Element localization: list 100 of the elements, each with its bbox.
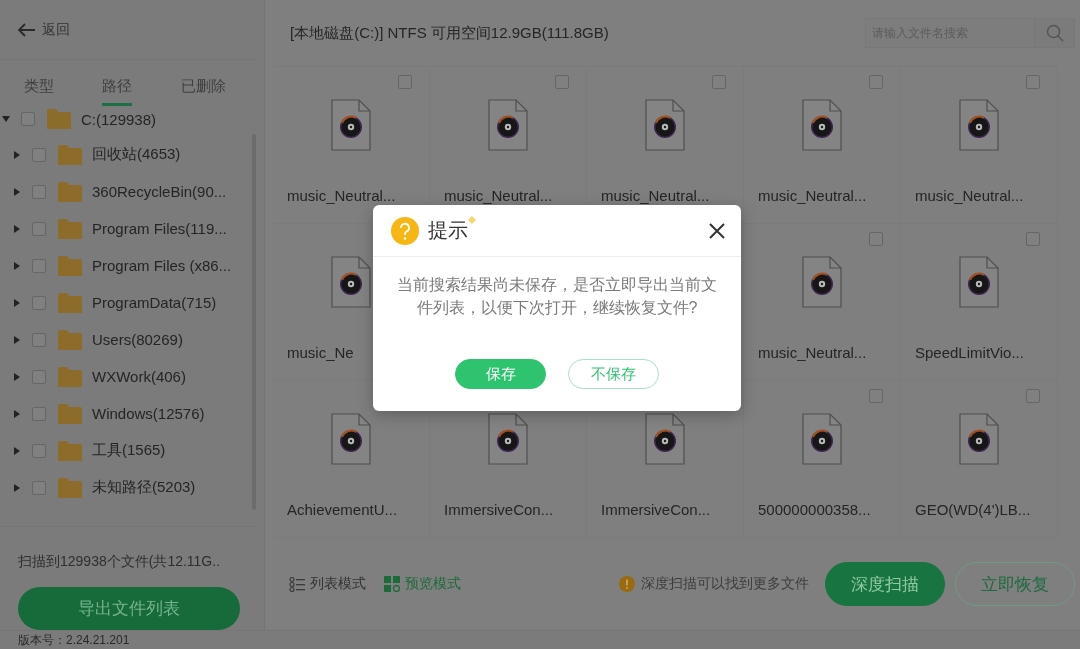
- folder-name[interactable]: Users(80269): [92, 331, 183, 348]
- music-file-icon: [331, 99, 371, 151]
- folder-name[interactable]: 回收站(4653): [92, 145, 181, 164]
- dialog-title: 提示: [428, 218, 468, 243]
- folder-name[interactable]: 未知路径(5203): [92, 478, 196, 497]
- checkbox[interactable]: [32, 443, 46, 458]
- folder-icon: [58, 292, 82, 313]
- file-name: 500000000358...: [758, 501, 871, 518]
- view-mode-toggle[interactable]: 列表模式: [287, 573, 368, 595]
- checkbox[interactable]: [32, 147, 46, 162]
- music-file-icon: [645, 99, 685, 151]
- checkbox[interactable]: [32, 184, 46, 199]
- file-name: music_Ne: [287, 344, 354, 361]
- caret-icon[interactable]: [13, 224, 21, 233]
- caret-icon[interactable]: [13, 483, 21, 492]
- checkbox[interactable]: [32, 258, 46, 273]
- list-icon: [289, 576, 305, 592]
- folder-name[interactable]: Program Files (x86...: [92, 257, 232, 274]
- folder-name[interactable]: 360RecycleBin(90...: [92, 183, 227, 200]
- checkbox[interactable]: [21, 112, 35, 126]
- folder-name[interactable]: Program Files(119...: [92, 220, 227, 237]
- folder-icon: [58, 144, 82, 165]
- checkbox[interactable]: [869, 232, 883, 246]
- caret-icon[interactable]: [13, 372, 21, 381]
- save-button[interactable]: 保存: [455, 359, 546, 389]
- caret-icon[interactable]: [13, 261, 21, 270]
- music-file-icon: [488, 413, 528, 465]
- folder-icon: [58, 477, 82, 498]
- checkbox[interactable]: [32, 369, 46, 384]
- music-file-icon: [645, 413, 685, 465]
- file-name: ImmersiveCon...: [444, 501, 554, 518]
- arrow-left-icon: [18, 22, 36, 37]
- folder-icon: [58, 329, 82, 350]
- file-name: music_Neutral...: [444, 187, 553, 204]
- file-name: music_Neutral...: [601, 187, 710, 204]
- music-file-icon: [802, 256, 842, 308]
- music-file-icon: [802, 413, 842, 465]
- checkbox[interactable]: [1026, 389, 1040, 403]
- folder-icon: [58, 181, 82, 202]
- folder-icon: [58, 440, 82, 461]
- version-label: 版本号：2.24.21.201: [18, 631, 130, 649]
- tab[interactable]: 已删除: [180, 60, 226, 106]
- folder-name[interactable]: 工具(1565): [92, 441, 166, 460]
- checkbox[interactable]: [32, 332, 46, 347]
- scan-summary: 扫描到129938个文件(共12.11G..: [18, 553, 222, 571]
- folder-icon: [47, 109, 71, 129]
- dialog-message: 当前搜索结果尚未保存，是否立即导出当前文件列表，以便下次打开，继续恢复文件?: [396, 275, 718, 318]
- music-file-icon: [959, 256, 999, 308]
- checkbox[interactable]: [32, 221, 46, 236]
- checkbox[interactable]: [32, 295, 46, 310]
- checkbox[interactable]: [712, 75, 726, 89]
- back-button[interactable]: 返回: [16, 18, 72, 41]
- file-name: AchievementU...: [287, 501, 398, 518]
- caret-icon[interactable]: [13, 150, 21, 159]
- checkbox[interactable]: [1026, 75, 1040, 89]
- file-name: music_Neutral...: [287, 187, 396, 204]
- caret-icon[interactable]: [13, 409, 21, 418]
- music-file-icon: [959, 99, 999, 151]
- deep-scan-hint: 深度扫描可以找到更多文件: [641, 575, 809, 593]
- export-list-button[interactable]: 导出文件列表: [18, 587, 240, 630]
- dont-save-button[interactable]: 不保存: [568, 359, 659, 389]
- alert-icon: [619, 576, 635, 592]
- caret-icon[interactable]: [13, 298, 21, 307]
- close-icon: [709, 222, 725, 239]
- search-icon: [1045, 24, 1064, 42]
- tab[interactable]: 类型: [24, 60, 55, 106]
- file-name: music_Neutral...: [758, 187, 867, 204]
- checkbox[interactable]: [32, 480, 46, 495]
- checkbox[interactable]: [869, 75, 883, 89]
- checkbox[interactable]: [869, 389, 883, 403]
- deep-scan-button[interactable]: 深度扫描: [825, 562, 945, 606]
- caret-icon[interactable]: [13, 187, 21, 196]
- folder-icon: [58, 218, 82, 239]
- checkbox[interactable]: [1026, 232, 1040, 246]
- folder-icon: [58, 255, 82, 276]
- question-icon: [391, 216, 419, 245]
- file-name: music_Neutral...: [915, 187, 1024, 204]
- music-file-icon: [488, 99, 528, 151]
- folder-name[interactable]: Windows(12576): [92, 405, 205, 422]
- checkbox[interactable]: [398, 75, 412, 89]
- music-file-icon: [959, 413, 999, 465]
- caret-icon[interactable]: [13, 335, 21, 344]
- caret-icon[interactable]: [13, 446, 21, 455]
- folder-icon: [58, 403, 82, 424]
- checkbox[interactable]: [32, 406, 46, 421]
- folder-name[interactable]: ProgramData(715): [92, 294, 217, 311]
- folder-icon: [58, 366, 82, 387]
- drive-info: [本地磁盘(C:)] NTFS 可用空间12.9GB(111.8GB): [290, 23, 609, 43]
- tab[interactable]: 路径: [102, 60, 133, 106]
- file-name: music_Neutral...: [758, 344, 867, 361]
- file-name: SpeedLimitVio...: [915, 344, 1024, 361]
- search-button[interactable]: [1035, 18, 1075, 48]
- file-name: GEO(WD(4')LB...: [915, 501, 1031, 518]
- folder-name[interactable]: C:(129938): [81, 110, 157, 128]
- music-file-icon: [802, 99, 842, 151]
- checkbox[interactable]: [555, 75, 569, 89]
- close-button[interactable]: [707, 220, 727, 241]
- folder-name[interactable]: WXWork(406): [92, 368, 186, 385]
- caret-icon[interactable]: [2, 115, 10, 123]
- music-file-icon: [331, 256, 371, 308]
